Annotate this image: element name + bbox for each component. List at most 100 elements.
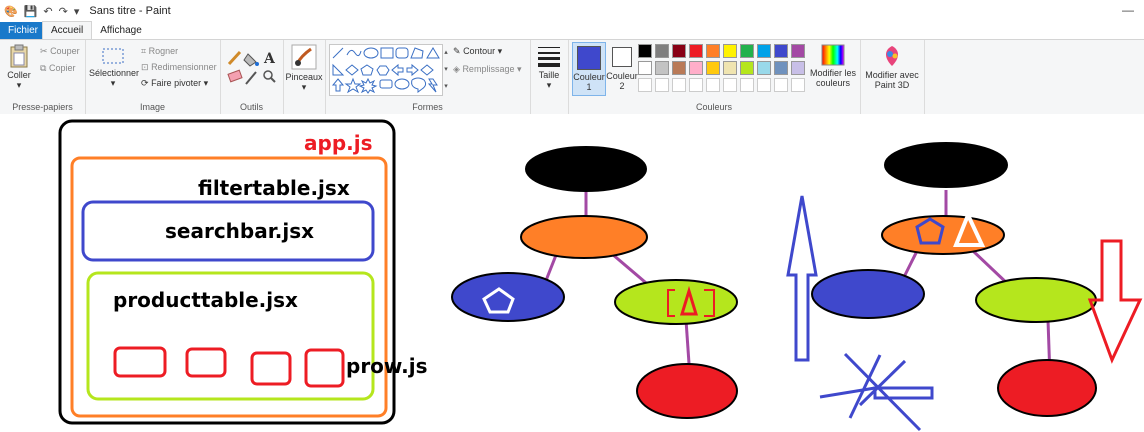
color2-swatch (612, 47, 632, 67)
shapes-gallery[interactable] (329, 44, 443, 96)
custom-color-slot[interactable] (706, 78, 720, 92)
brush-icon (291, 44, 317, 70)
arrow-up-shape (786, 195, 818, 362)
color1-button[interactable]: Couleur 1 (572, 42, 606, 96)
palette-color-swatch[interactable] (740, 44, 754, 58)
custom-color-slot[interactable] (689, 78, 703, 92)
tools-group-label: Outils (239, 102, 263, 112)
rotate-button[interactable]: ⟳ Faire pivoter ▾ (141, 78, 208, 89)
palette-color-swatch[interactable] (638, 44, 652, 58)
app-label: app.js (304, 131, 373, 155)
redo-icon[interactable]: ↷ (59, 5, 68, 18)
tab-affichage[interactable]: Affichage (92, 22, 150, 39)
palette-color-swatch[interactable] (655, 44, 669, 58)
image-group-label: Image (139, 102, 165, 112)
palette-color-swatch[interactable] (791, 44, 805, 58)
tree-node-orange (881, 215, 1005, 255)
tab-accueil[interactable]: Accueil (42, 21, 93, 39)
custom-color-slot[interactable] (774, 78, 788, 92)
paint3d-button[interactable]: Modifier avec Paint 3D (862, 44, 922, 90)
palette-color-swatch[interactable] (757, 44, 771, 58)
customize-dropdown-icon[interactable]: ▾ (74, 5, 80, 18)
select-button[interactable]: Sélectionner ▾ (89, 46, 139, 88)
crop-button[interactable]: ⌗ Rogner (141, 46, 178, 57)
palette-color-swatch[interactable] (706, 61, 720, 75)
tree-node-orange (520, 215, 648, 259)
rotate-icon: ⟳ (141, 78, 149, 88)
palette-color-swatch[interactable] (774, 44, 788, 58)
star-lines-shape (819, 352, 934, 432)
custom-color-slot[interactable] (740, 78, 754, 92)
fill-button[interactable]: ◈ Remplissage ▾ (453, 64, 522, 75)
shapes-group: ▴ ▾ ▾ ✎ Contour ▾ ◈ Remplissage ▾ Formes (325, 40, 531, 114)
line-size-icon (538, 47, 560, 67)
color2-label: Couleur 2 (606, 71, 638, 91)
size-dropdown-icon: ▾ (546, 80, 552, 90)
custom-color-slot[interactable] (638, 78, 652, 92)
palette-color-swatch[interactable] (740, 61, 754, 75)
rotate-label: Faire pivoter (151, 78, 202, 88)
palette-color-swatch[interactable] (672, 44, 686, 58)
color2-button[interactable]: Couleur 2 (606, 42, 638, 94)
drawing-canvas[interactable]: app.js filtertable.jsx searchbar.jsx pro… (0, 114, 1144, 432)
outline-button[interactable]: ✎ Contour ▾ (453, 46, 502, 57)
palette-color-swatch[interactable] (689, 44, 703, 58)
palette-color-swatch[interactable] (706, 44, 720, 58)
outline-icon: ✎ (453, 46, 461, 56)
custom-color-slot[interactable] (655, 78, 669, 92)
paint3d-label: Modifier avec Paint 3D (865, 70, 919, 90)
searchbar-label: searchbar.jsx (165, 219, 314, 243)
tree-node-green (975, 277, 1097, 323)
tree-node-root (884, 142, 1008, 188)
selection-rectangle-icon (102, 48, 124, 64)
shapes-scroll[interactable]: ▴ ▾ ▾ (442, 44, 450, 96)
custom-color-slot[interactable] (672, 78, 686, 92)
paste-dropdown-icon: ▾ (16, 80, 22, 90)
shapes-group-label: Formes (412, 102, 443, 112)
custom-color-slot[interactable] (723, 78, 737, 92)
palette-color-swatch[interactable] (791, 61, 805, 75)
pencil-icon (227, 50, 242, 66)
palette-color-swatch[interactable] (655, 61, 669, 75)
palette-color-swatch[interactable] (672, 61, 686, 75)
edit-colors-button[interactable]: Modifier les couleurs (808, 44, 858, 88)
resize-button[interactable]: ⊡ Redimensionner (141, 62, 217, 73)
eraser-icon (227, 69, 243, 83)
image-group: Sélectionner ▾ ⌗ Rogner ⊡ Redimensionner… (85, 40, 221, 114)
clipboard-icon (10, 44, 28, 68)
size-button[interactable]: Taille ▾ (532, 44, 566, 90)
crop-label: Rogner (148, 46, 179, 56)
producttable-label: producttable.jsx (113, 288, 298, 312)
resize-icon: ⊡ (141, 62, 149, 72)
custom-color-slot[interactable] (757, 78, 771, 92)
custom-color-slot[interactable] (791, 78, 805, 92)
undo-icon[interactable]: ↶ (43, 5, 52, 18)
brushes-button[interactable]: Pinceaux ▾ (285, 44, 323, 92)
minimize-icon[interactable]: — (1122, 3, 1134, 17)
save-icon[interactable]: 💾 (24, 5, 38, 18)
palette-color-swatch[interactable] (689, 61, 703, 75)
paste-button[interactable]: Coller ▾ (4, 44, 34, 90)
tree-node-blue (811, 269, 925, 319)
prow-label: prow.js (346, 354, 427, 378)
cut-button[interactable]: ✂ Couper (40, 46, 80, 57)
quick-access-toolbar: 🎨 💾 ↶ ↷ ▾ (0, 5, 79, 18)
filtertable-label: filtertable.jsx (198, 176, 350, 200)
copy-button[interactable]: ⧉ Copier (40, 63, 75, 74)
shapes-gallery-icons (331, 47, 440, 94)
colors-group-label: Couleurs (695, 102, 733, 112)
palette-color-swatch[interactable] (723, 61, 737, 75)
color-spectrum-icon (821, 44, 845, 66)
palette-color-swatch[interactable] (757, 61, 771, 75)
ribbon: Coller ▾ ✂ Couper ⧉ Copier Presse-papier… (0, 39, 1144, 115)
brushes-dropdown-icon: ▾ (301, 82, 307, 92)
palette-color-swatch[interactable] (638, 61, 652, 75)
product-row-box (185, 347, 227, 378)
copy-label: Copier (48, 63, 76, 73)
palette-color-swatch[interactable] (723, 44, 737, 58)
tab-fichier[interactable]: Fichier (0, 22, 42, 39)
palette-color-swatch[interactable] (774, 61, 788, 75)
clipboard-group: Coller ▾ ✂ Couper ⧉ Copier Presse-papier… (0, 40, 86, 114)
tree-node-red (997, 359, 1097, 417)
fill-bucket-icon (243, 53, 259, 67)
